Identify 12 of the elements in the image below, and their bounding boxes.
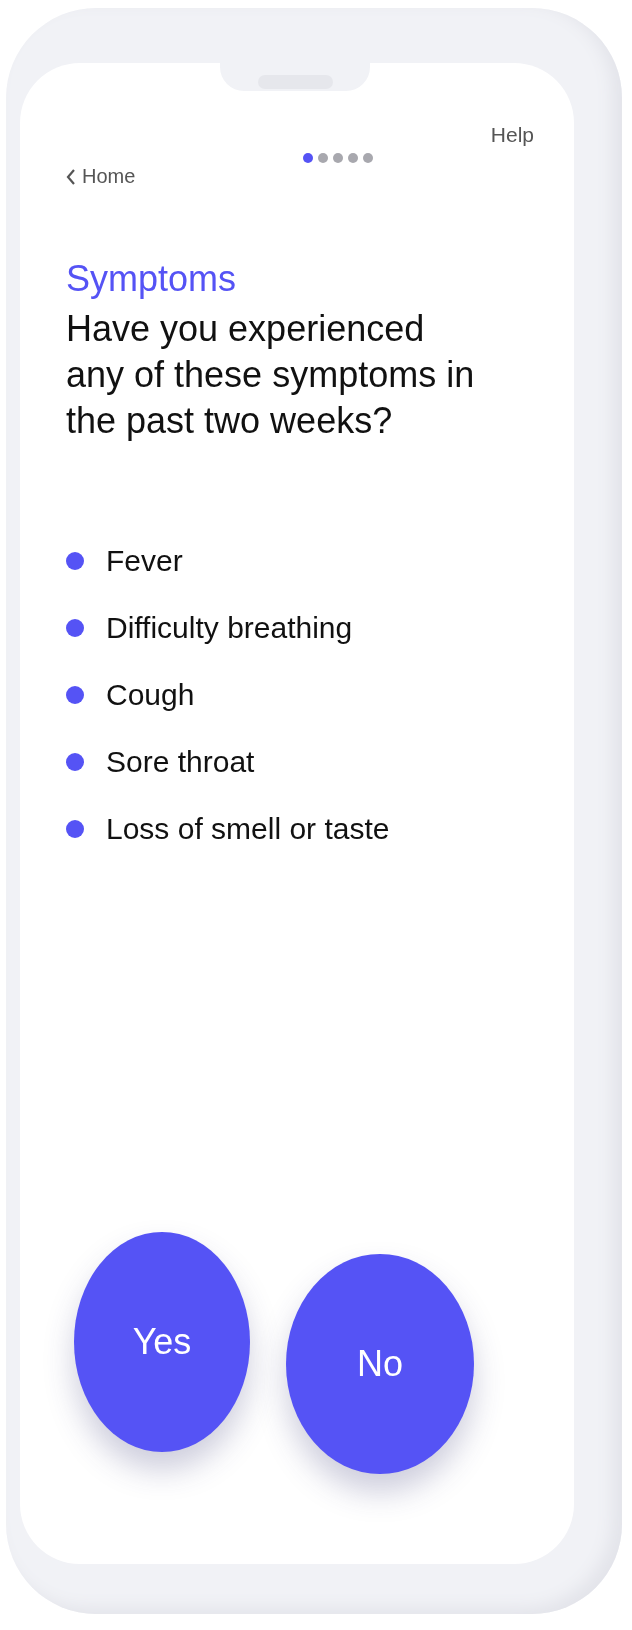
answer-button[interactable]: No: [286, 1254, 474, 1474]
answer-button[interactable]: Yes: [74, 1232, 250, 1452]
symptom-label: Cough: [106, 678, 195, 712]
section-title: Symptoms: [66, 258, 238, 300]
symptom-label: Difficulty breathing: [106, 611, 353, 645]
symptom-label: Loss of smell or taste: [106, 812, 390, 846]
question-text: Have you experienced any of these symptoms in the past two weeks?: [66, 307, 476, 443]
help-link[interactable]: Help: [490, 123, 534, 147]
chevron-left-icon: [66, 167, 76, 186]
symptom-label: Sore throat: [106, 745, 255, 779]
home-link[interactable]: Home: [66, 165, 136, 188]
symptom-label: Fever: [106, 544, 183, 578]
